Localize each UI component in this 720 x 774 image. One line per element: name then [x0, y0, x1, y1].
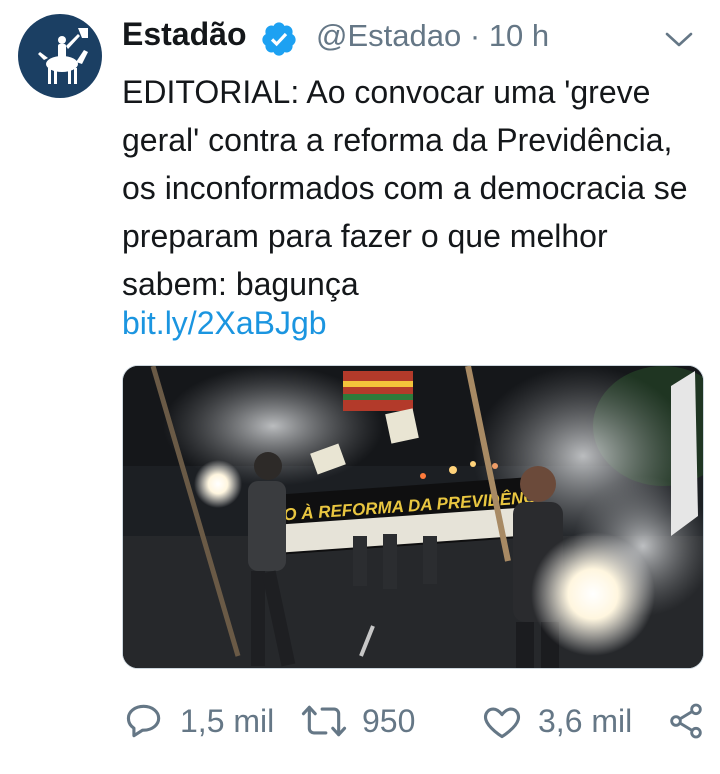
tweet-time[interactable]: 10 h: [489, 18, 549, 53]
reply-icon: [122, 699, 166, 743]
retweet-count: 950: [362, 702, 416, 739]
retweet-button[interactable]: 950: [300, 696, 415, 746]
share-icon: [666, 699, 706, 743]
like-button[interactable]: 3,6 mil: [480, 696, 632, 746]
separator-dot: ·: [469, 18, 481, 53]
like-count: 3,6 mil: [538, 702, 633, 739]
tweet-photo[interactable]: O À REFORMA DA PREVIDÊNC: [122, 365, 704, 669]
tweet-link[interactable]: bit.ly/2XaBJgb: [122, 299, 327, 347]
chevron-down-icon[interactable]: [662, 24, 696, 54]
reply-count: 1,5 mil: [180, 702, 275, 739]
tweet-header: Estadão @Estadao · 10 h: [122, 14, 704, 58]
tweet-action-bar: 1,5 mil 950 3,6 mil: [122, 696, 712, 746]
reply-button[interactable]: 1,5 mil: [122, 696, 274, 746]
verified-badge-icon: [260, 20, 298, 58]
horse-rider-logo: [38, 28, 88, 84]
author-handle[interactable]: @Estadao: [316, 18, 461, 53]
avatar[interactable]: [18, 14, 102, 98]
share-button[interactable]: [666, 696, 706, 746]
retweet-icon: [300, 699, 348, 743]
tweet-text: EDITORIAL: Ao convocar uma 'greve geral'…: [122, 74, 688, 302]
author-name[interactable]: Estadão: [122, 16, 246, 53]
author-handle-and-time: @Estadao · 10 h: [316, 18, 549, 54]
like-icon: [480, 699, 524, 743]
